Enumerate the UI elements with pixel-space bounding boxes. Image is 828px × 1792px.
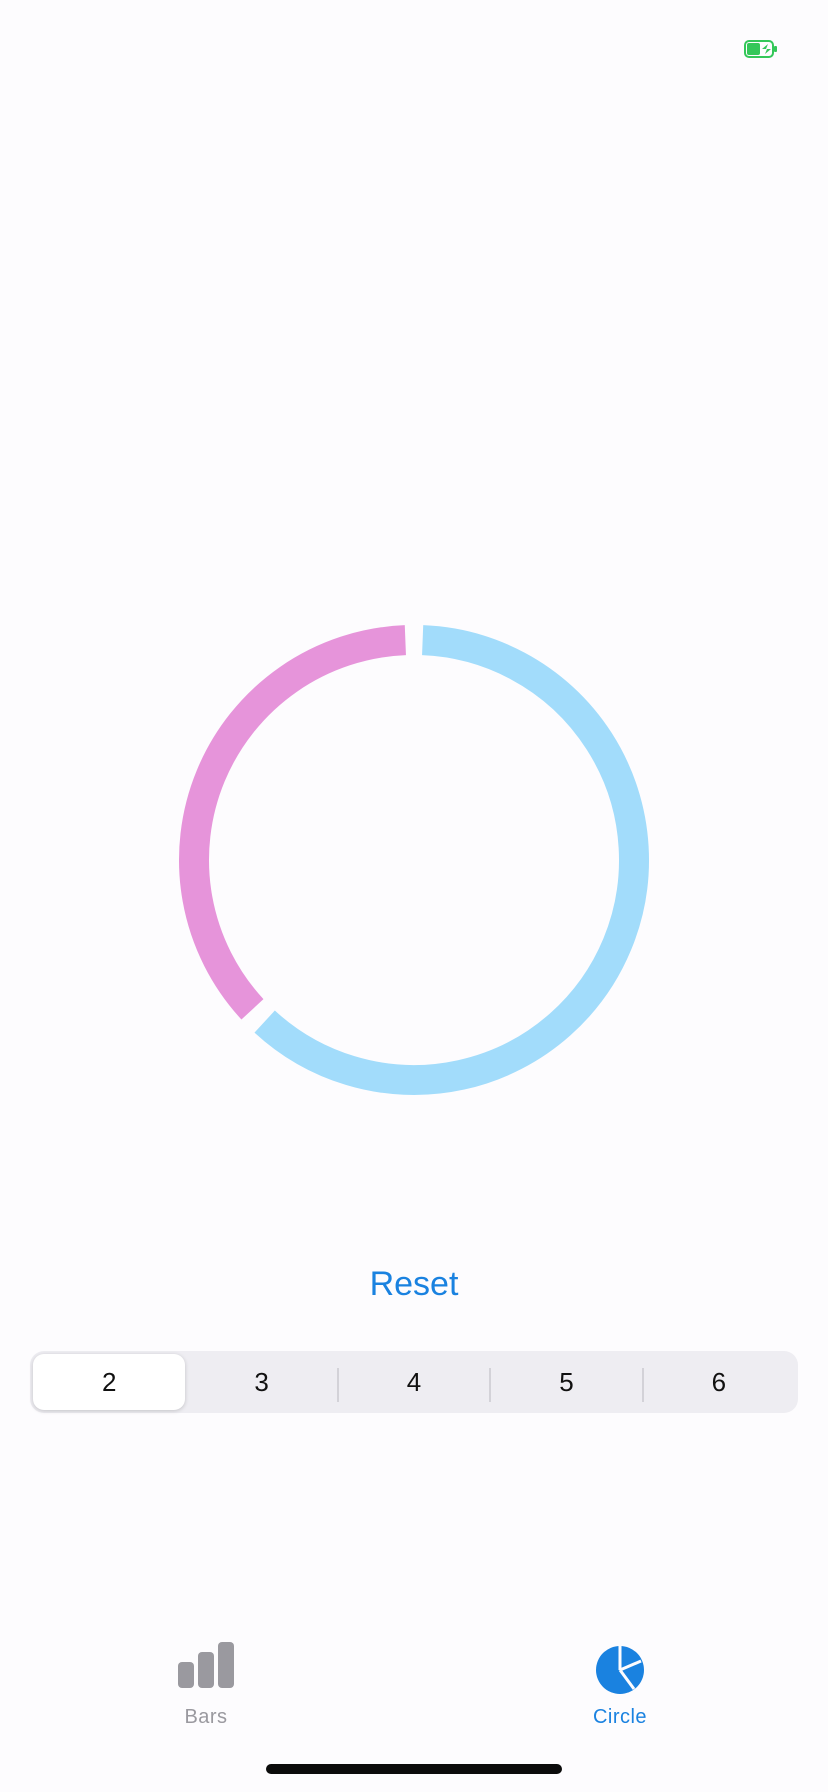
reset-button[interactable]: Reset	[314, 1262, 514, 1306]
segment-option-3[interactable]: 3	[185, 1354, 337, 1410]
status-bar	[0, 0, 828, 100]
segment-label: 4	[406, 1366, 422, 1397]
segment-label: 2	[101, 1366, 117, 1397]
segment-divider	[489, 1368, 492, 1402]
tab-bar: Bars Circle	[0, 1620, 828, 1730]
segment-label: 3	[254, 1366, 269, 1397]
pie-chart-icon	[596, 1646, 644, 1694]
bar-chart-icon	[178, 1642, 234, 1688]
segment-control: 2 3 4 5 6	[30, 1351, 798, 1413]
segment-option-6[interactable]: 6	[641, 1354, 795, 1410]
tab-label-bars: Bars	[184, 1706, 228, 1728]
home-indicator	[266, 1764, 562, 1774]
segment-label: 6	[711, 1366, 727, 1397]
segment-option-2[interactable]: 2	[33, 1354, 186, 1410]
ring-segment-1	[254, 625, 649, 1095]
battery-charging-icon	[744, 40, 777, 58]
tab-bars[interactable]: Bars	[126, 1620, 286, 1730]
segment-divider	[641, 1368, 644, 1402]
segment-divider	[336, 1368, 339, 1402]
segment-option-4[interactable]: 4	[336, 1354, 490, 1410]
ring-chart	[179, 625, 649, 1095]
screen: Reset 2 3 4 5 6 Bars Circle	[0, 0, 828, 1792]
tab-label-circle: Circle	[592, 1706, 648, 1728]
ring-segment-2	[179, 625, 406, 1020]
tab-circle[interactable]: Circle	[540, 1620, 700, 1730]
segment-option-5[interactable]: 5	[489, 1354, 642, 1410]
segment-label: 5	[559, 1366, 574, 1397]
